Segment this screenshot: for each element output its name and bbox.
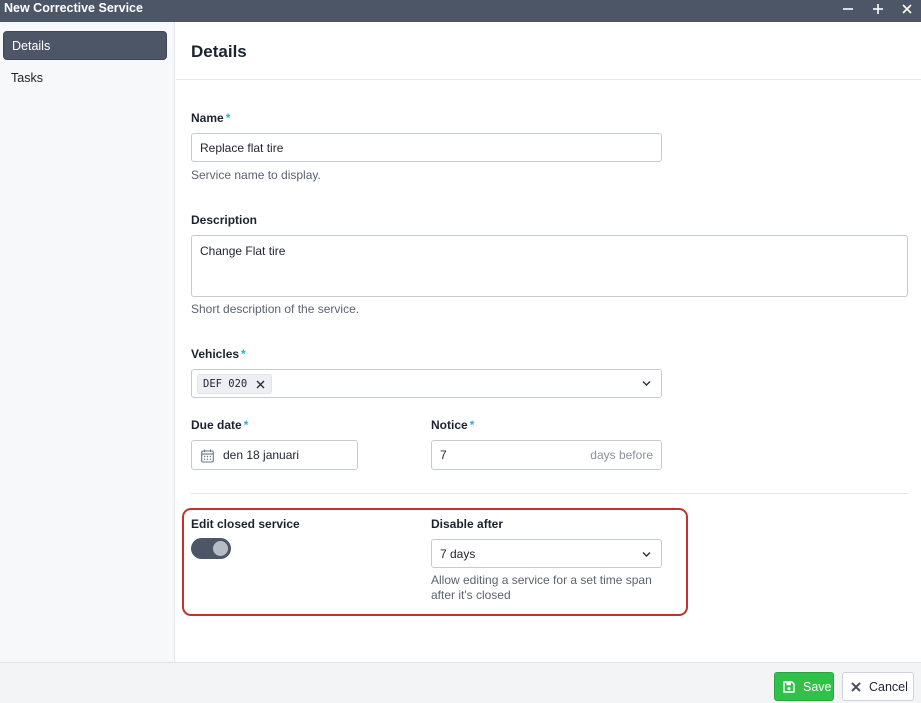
description-value: Change Flat tire [200,244,286,258]
section-divider [191,493,908,494]
vehicles-label-text: Vehicles [191,347,240,361]
disable-after-select[interactable]: 7 days [431,539,662,568]
disable-after-help-line1: Allow editing a service for a set time s… [431,573,652,587]
required-marker: * [225,111,231,125]
close-icon [902,4,912,14]
name-input-value: Replace flat tire [200,141,284,155]
close-icon [851,681,861,692]
name-label-text: Name [191,111,224,125]
form-header: Details [176,22,921,80]
edit-closed-service-toggle[interactable] [191,538,231,559]
floppy-disk-icon [783,680,795,693]
disable-after-help: Allow editing a service for a set time s… [431,573,652,603]
save-label: Save [803,679,832,694]
notice-label: Notice * [431,418,474,432]
close-button[interactable] [897,0,917,18]
close-icon [256,380,265,388]
page-title: Details [191,42,247,61]
sidebar-item-details[interactable]: Details [3,31,167,60]
cancel-label: Cancel [869,679,908,694]
maximize-button[interactable] [868,0,888,18]
due-date-label: Due date * [191,418,248,432]
sidebar-item-tasks[interactable]: Tasks [3,64,167,93]
details-form: Details Name * Replace flat tire Service … [176,22,921,662]
notice-label-text: Notice [431,418,468,432]
description-textarea[interactable]: Change Flat tire [191,235,908,297]
disable-after-value: 7 days [440,547,476,561]
vehicle-chip-label: DEF 020 [203,378,248,390]
remove-chip-button[interactable] [256,380,265,389]
chevron-down-icon [642,381,651,386]
due-date-value: den 18 januari [223,448,300,462]
description-help: Short description of the service. [191,302,360,316]
required-marker: * [243,418,249,432]
required-marker: * [469,418,475,432]
dialog-footer: Save Cancel [0,662,921,703]
cancel-button[interactable]: Cancel [842,672,914,701]
name-input[interactable]: Replace flat tire [191,133,662,162]
chevron-down-icon [642,552,651,557]
save-button[interactable]: Save [774,672,834,701]
due-date-input[interactable]: den 18 januari [191,440,358,470]
notice-input[interactable]: 7 days before [431,440,662,470]
vehicles-label: Vehicles * [191,347,246,361]
window-title: New Corrective Service [4,1,143,15]
minimize-button[interactable] [838,0,858,18]
disable-after-label: Disable after [431,517,504,531]
name-help: Service name to display. [191,168,321,182]
sidebar: Details Tasks [0,22,175,662]
vehicle-chip: DEF 020 [197,374,273,394]
name-label: Name * [191,111,230,125]
description-label: Description [191,213,258,227]
toggle-knob [213,541,228,556]
required-marker: * [241,347,246,361]
vehicles-select[interactable]: DEF 020 [191,369,662,398]
due-date-label-text: Due date [191,418,242,432]
plus-icon [873,4,883,14]
disable-after-help-line2: after it's closed [431,588,511,602]
notice-value: 7 [440,448,447,462]
minus-icon [843,8,853,10]
window-titlebar: New Corrective Service [0,0,921,22]
notice-suffix: days before [590,448,653,462]
calendar-icon [201,449,214,463]
edit-closed-service-label: Edit closed service [191,517,300,531]
